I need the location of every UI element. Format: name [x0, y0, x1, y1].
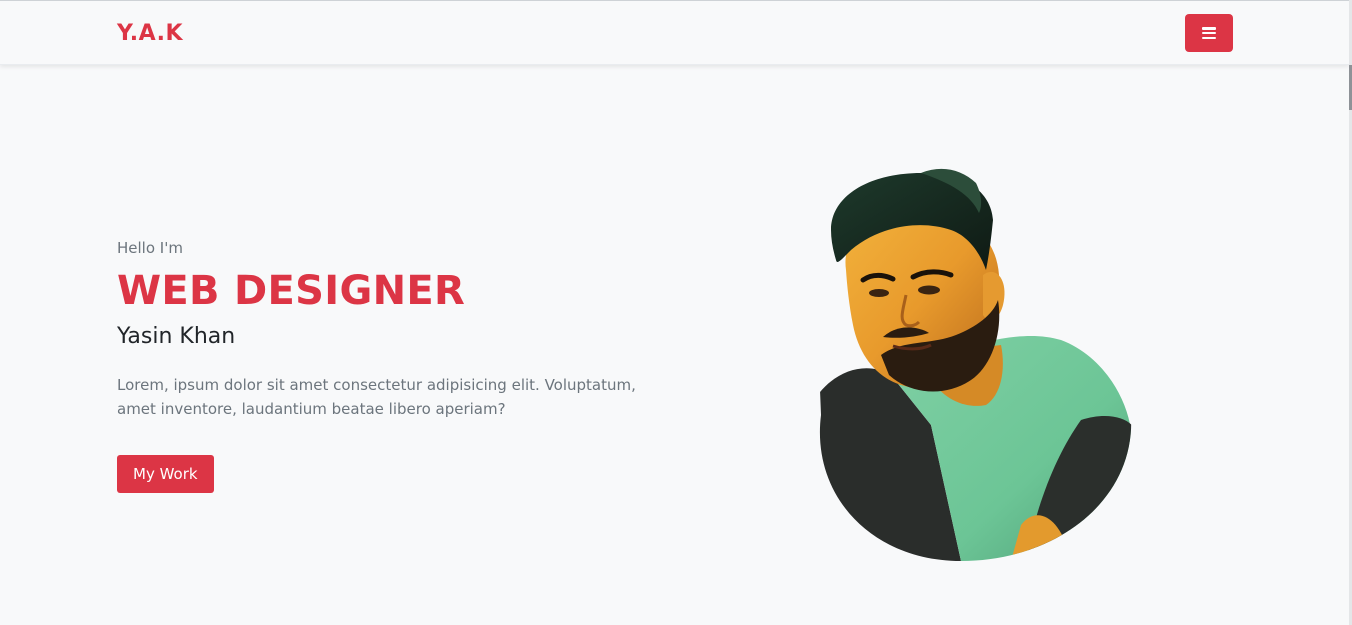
navbar: Y.A.K	[0, 1, 1349, 65]
hero-greeting: Hello I'm	[117, 239, 183, 257]
my-work-button[interactable]: My Work	[117, 455, 214, 493]
hamburger-menu-icon	[1202, 27, 1216, 39]
hero-name: Yasin Khan	[117, 324, 236, 349]
portrait-photo	[811, 165, 1132, 561]
menu-toggle-button[interactable]	[1185, 14, 1233, 52]
hero-description: Lorem, ipsum dolor sit amet consectetur …	[117, 376, 636, 418]
hero-section: Hello I'm WEB DESIGNER Yasin Khan Lorem,…	[117, 238, 677, 493]
hero-headline: WEB DESIGNER	[117, 268, 466, 314]
brand-logo[interactable]: Y.A.K	[117, 20, 183, 48]
